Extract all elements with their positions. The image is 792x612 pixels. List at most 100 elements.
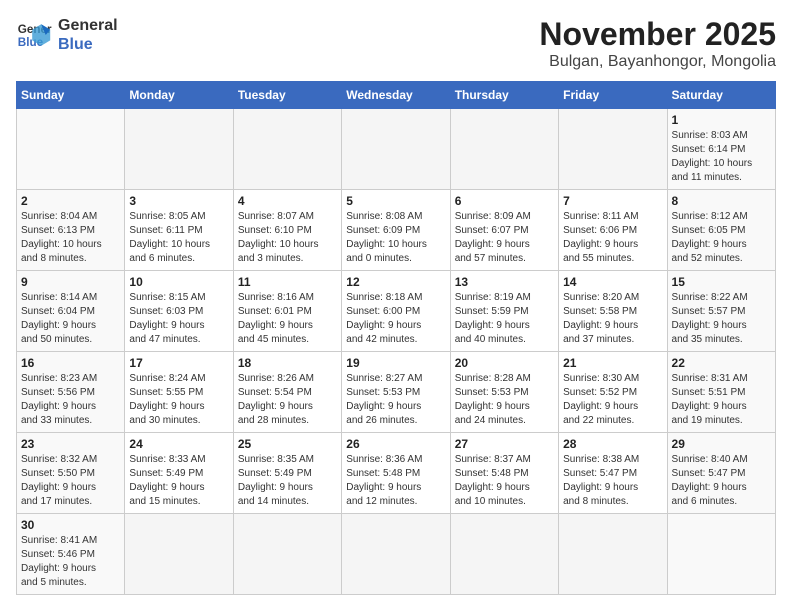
day-number: 18 [238, 356, 337, 370]
day-number: 12 [346, 275, 445, 289]
day-header-sunday: Sunday [17, 82, 125, 109]
calendar-header-row: SundayMondayTuesdayWednesdayThursdayFrid… [17, 82, 776, 109]
calendar-cell: 6 Sunrise: 8:09 AM Sunset: 6:07 PM Daylig… [450, 190, 558, 271]
day-info: Sunrise: 8:36 AM Sunset: 5:48 PM Dayligh… [346, 453, 445, 509]
day-number: 24 [129, 437, 228, 451]
calendar-cell [125, 109, 233, 190]
day-number: 14 [563, 275, 662, 289]
calendar-cell [559, 109, 667, 190]
day-info: Sunrise: 8:03 AM Sunset: 6:14 PM Dayligh… [672, 129, 771, 185]
calendar-cell: 26 Sunrise: 8:36 AM Sunset: 5:48 PM Dayli… [342, 433, 450, 514]
day-number: 1 [672, 113, 771, 127]
calendar-title: November 2025 [539, 16, 776, 53]
calendar-cell: 19Sunrise: 8:27 AM Sunset: 5:53 PM Dayli… [342, 352, 450, 433]
day-info: Sunrise: 8:23 AM Sunset: 5:56 PM Dayligh… [21, 372, 120, 428]
day-info: Sunrise: 8:30 AM Sunset: 5:52 PM Dayligh… [563, 372, 662, 428]
day-info: Sunrise: 8:37 AM Sunset: 5:48 PM Dayligh… [455, 453, 554, 509]
calendar-cell: 24Sunrise: 8:33 AM Sunset: 5:49 PM Dayli… [125, 433, 233, 514]
calendar-cell: 16 Sunrise: 8:23 AM Sunset: 5:56 PM Dayli… [17, 352, 125, 433]
day-info: Sunrise: 8:18 AM Sunset: 6:00 PM Dayligh… [346, 291, 445, 347]
calendar-cell: 2Sunrise: 8:04 AM Sunset: 6:13 PM Daylig… [17, 190, 125, 271]
calendar-cell [125, 514, 233, 595]
day-number: 29 [672, 437, 771, 451]
title-section: November 2025 Bulgan, Bayanhongor, Mongo… [539, 16, 776, 71]
day-header-saturday: Saturday [667, 82, 775, 109]
calendar-cell: 12 Sunrise: 8:18 AM Sunset: 6:00 PM Dayli… [342, 271, 450, 352]
day-info: Sunrise: 8:32 AM Sunset: 5:50 PM Dayligh… [21, 453, 120, 509]
day-number: 5 [346, 194, 445, 208]
day-number: 17 [129, 356, 228, 370]
week-row-0: 1 Sunrise: 8:03 AM Sunset: 6:14 PM Daylig… [17, 109, 776, 190]
day-number: 23 [21, 437, 120, 451]
day-info: Sunrise: 8:12 AM Sunset: 6:05 PM Dayligh… [672, 210, 771, 266]
day-number: 13 [455, 275, 554, 289]
week-row-2: 9Sunrise: 8:14 AM Sunset: 6:04 PM Daylig… [17, 271, 776, 352]
calendar-cell [233, 514, 341, 595]
calendar-cell: 15Sunrise: 8:22 AM Sunset: 5:57 PM Dayli… [667, 271, 775, 352]
calendar-cell: 29 Sunrise: 8:40 AM Sunset: 5:47 PM Dayli… [667, 433, 775, 514]
day-number: 7 [563, 194, 662, 208]
day-info: Sunrise: 8:31 AM Sunset: 5:51 PM Dayligh… [672, 372, 771, 428]
calendar-cell: 20 Sunrise: 8:28 AM Sunset: 5:53 PM Dayli… [450, 352, 558, 433]
week-row-5: 30Sunrise: 8:41 AM Sunset: 5:46 PM Dayli… [17, 514, 776, 595]
calendar-cell: 11 Sunrise: 8:16 AM Sunset: 6:01 PM Dayli… [233, 271, 341, 352]
week-row-4: 23 Sunrise: 8:32 AM Sunset: 5:50 PM Dayli… [17, 433, 776, 514]
day-number: 15 [672, 275, 771, 289]
calendar-cell: 7 Sunrise: 8:11 AM Sunset: 6:06 PM Daylig… [559, 190, 667, 271]
day-info: Sunrise: 8:38 AM Sunset: 5:47 PM Dayligh… [563, 453, 662, 509]
day-info: Sunrise: 8:09 AM Sunset: 6:07 PM Dayligh… [455, 210, 554, 266]
calendar-table: SundayMondayTuesdayWednesdayThursdayFrid… [16, 81, 776, 595]
day-info: Sunrise: 8:16 AM Sunset: 6:01 PM Dayligh… [238, 291, 337, 347]
day-info: Sunrise: 8:28 AM Sunset: 5:53 PM Dayligh… [455, 372, 554, 428]
day-header-thursday: Thursday [450, 82, 558, 109]
calendar-cell: 25 Sunrise: 8:35 AM Sunset: 5:49 PM Dayli… [233, 433, 341, 514]
day-number: 6 [455, 194, 554, 208]
calendar-cell: 28 Sunrise: 8:38 AM Sunset: 5:47 PM Dayli… [559, 433, 667, 514]
week-row-3: 16 Sunrise: 8:23 AM Sunset: 5:56 PM Dayli… [17, 352, 776, 433]
calendar-cell [233, 109, 341, 190]
day-info: Sunrise: 8:15 AM Sunset: 6:03 PM Dayligh… [129, 291, 228, 347]
day-info: Sunrise: 8:35 AM Sunset: 5:49 PM Dayligh… [238, 453, 337, 509]
day-number: 30 [21, 518, 120, 532]
day-number: 16 [21, 356, 120, 370]
calendar-cell: 13Sunrise: 8:19 AM Sunset: 5:59 PM Dayli… [450, 271, 558, 352]
day-header-tuesday: Tuesday [233, 82, 341, 109]
day-number: 9 [21, 275, 120, 289]
day-number: 8 [672, 194, 771, 208]
day-number: 11 [238, 275, 337, 289]
calendar-cell [559, 514, 667, 595]
calendar-cell [450, 109, 558, 190]
day-info: Sunrise: 8:26 AM Sunset: 5:54 PM Dayligh… [238, 372, 337, 428]
day-info: Sunrise: 8:08 AM Sunset: 6:09 PM Dayligh… [346, 210, 445, 266]
calendar-cell [667, 514, 775, 595]
day-info: Sunrise: 8:11 AM Sunset: 6:06 PM Dayligh… [563, 210, 662, 266]
logo: General Blue General Blue [16, 16, 118, 54]
calendar-cell [450, 514, 558, 595]
day-number: 20 [455, 356, 554, 370]
day-number: 25 [238, 437, 337, 451]
day-number: 27 [455, 437, 554, 451]
calendar-cell: 21 Sunrise: 8:30 AM Sunset: 5:52 PM Dayli… [559, 352, 667, 433]
calendar-cell: 30Sunrise: 8:41 AM Sunset: 5:46 PM Dayli… [17, 514, 125, 595]
week-row-1: 2Sunrise: 8:04 AM Sunset: 6:13 PM Daylig… [17, 190, 776, 271]
header: General Blue General Blue November 2025 … [16, 16, 776, 71]
day-number: 2 [21, 194, 120, 208]
day-header-monday: Monday [125, 82, 233, 109]
day-header-wednesday: Wednesday [342, 82, 450, 109]
logo-icon: General Blue [16, 17, 52, 53]
day-number: 22 [672, 356, 771, 370]
day-number: 28 [563, 437, 662, 451]
day-number: 10 [129, 275, 228, 289]
day-info: Sunrise: 8:05 AM Sunset: 6:11 PM Dayligh… [129, 210, 228, 266]
day-number: 3 [129, 194, 228, 208]
day-number: 21 [563, 356, 662, 370]
calendar-cell: 14 Sunrise: 8:20 AM Sunset: 5:58 PM Dayli… [559, 271, 667, 352]
day-info: Sunrise: 8:40 AM Sunset: 5:47 PM Dayligh… [672, 453, 771, 509]
day-info: Sunrise: 8:24 AM Sunset: 5:55 PM Dayligh… [129, 372, 228, 428]
calendar-cell: 23 Sunrise: 8:32 AM Sunset: 5:50 PM Dayli… [17, 433, 125, 514]
day-info: Sunrise: 8:20 AM Sunset: 5:58 PM Dayligh… [563, 291, 662, 347]
calendar-cell: 1 Sunrise: 8:03 AM Sunset: 6:14 PM Daylig… [667, 109, 775, 190]
day-info: Sunrise: 8:07 AM Sunset: 6:10 PM Dayligh… [238, 210, 337, 266]
day-header-friday: Friday [559, 82, 667, 109]
day-number: 26 [346, 437, 445, 451]
